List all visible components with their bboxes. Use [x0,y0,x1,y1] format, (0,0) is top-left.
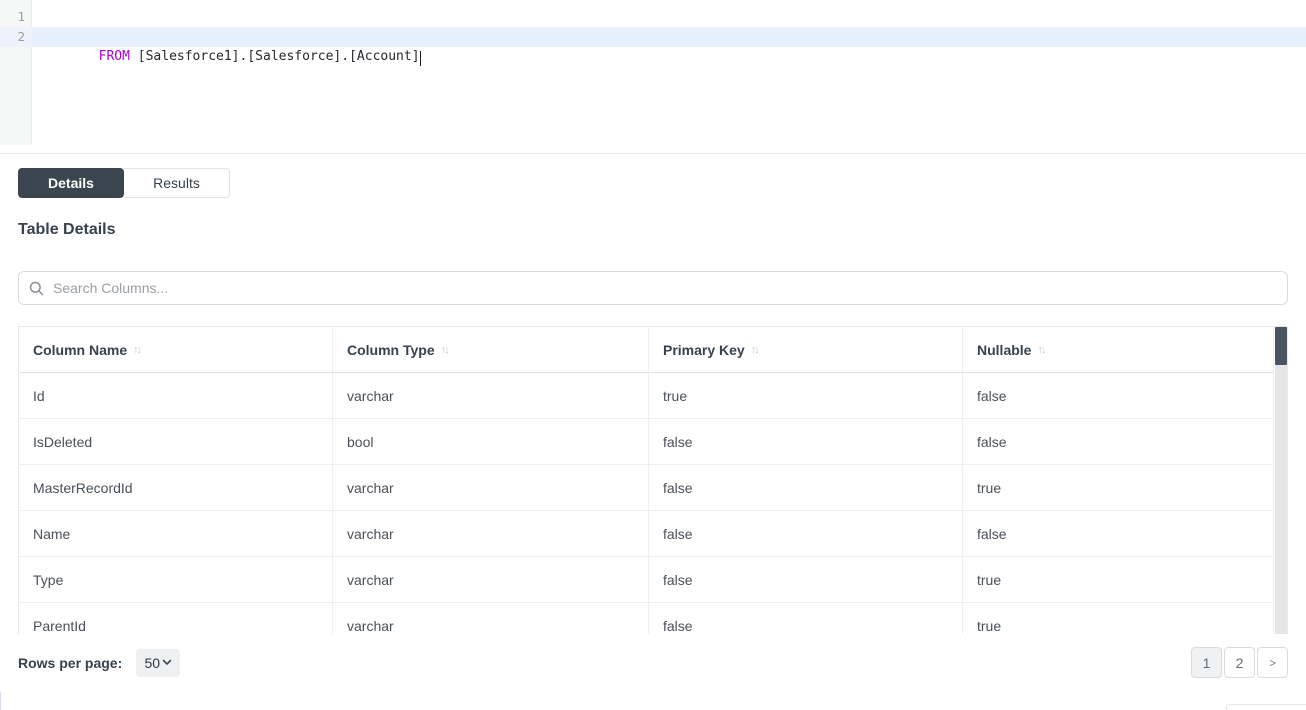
table-row[interactable]: Type varchar false true [19,557,1274,603]
table-header-row: Column Name ↑↓ Column Type ↑↓ Primary Ke… [19,327,1274,373]
text-cursor [420,51,422,66]
rows-per-page-select[interactable]: 50 [136,649,180,677]
code-line-1[interactable]: 1SELECT * [0,7,1306,27]
page-button-1[interactable]: 1 [1191,647,1222,678]
cell-column-name: Name [19,511,333,557]
clipped-element-edge [1226,704,1306,710]
cell-column-type: varchar [333,373,649,419]
editor-results-divider [0,153,1306,154]
column-header-column-name[interactable]: Column Name ↑↓ [19,327,333,373]
table-body: Id varchar true false IsDeleted bool fal… [19,373,1274,634]
cell-primary-key: false [649,511,963,557]
cell-nullable: true [963,557,1274,603]
line-number: 2 [0,27,32,47]
next-page-button[interactable]: > [1257,647,1288,678]
sort-icon[interactable]: ↑↓ [133,344,140,356]
cell-column-type: varchar [333,557,649,603]
cell-primary-key: true [649,373,963,419]
table-scrollbar[interactable] [1275,327,1287,634]
left-edge-artifact [0,692,1,710]
cell-column-name: IsDeleted [19,419,333,465]
line-number: 1 [0,7,32,27]
table-row[interactable]: IsDeleted bool false false [19,419,1274,465]
column-header-primary-key[interactable]: Primary Key ↑↓ [649,327,963,373]
sql-indent [83,49,99,64]
cell-nullable: true [963,465,1274,511]
search-input[interactable] [53,280,1277,296]
search-box[interactable] [18,271,1288,305]
cell-primary-key: false [649,465,963,511]
cell-nullable: false [963,511,1274,557]
cell-primary-key: false [649,557,963,603]
sql-text: [Salesforce1].[Salesforce].[Account] [130,49,420,64]
rows-per-page-label: Rows per page: [18,655,122,671]
tab-details[interactable]: Details [18,168,124,198]
cell-column-name: MasterRecordId [19,465,333,511]
column-header-nullable[interactable]: Nullable ↑↓ [963,327,1274,373]
pagination: 1 2 > [1191,647,1288,678]
cell-column-name: Type [19,557,333,603]
cell-nullable: true [963,603,1274,634]
code-line-2-current[interactable]: 2 FROM [Salesforce1].[Salesforce].[Accou… [0,27,1306,47]
chevron-down-icon [162,659,172,666]
cell-column-type: bool [333,419,649,465]
sql-editor[interactable]: 1SELECT * 2 FROM [Salesforce1].[Salesfor… [0,0,1306,145]
table-footer: Rows per page: 50 1 2 > [18,647,1288,678]
details-results-tabs: Details Results [18,168,1288,198]
column-header-column-type[interactable]: Column Type ↑↓ [333,327,649,373]
cell-column-name: Id [19,373,333,419]
cell-primary-key: false [649,603,963,634]
table-row[interactable]: ParentId varchar false true [19,603,1274,634]
sql-keyword: FROM [99,49,130,64]
cell-nullable: false [963,373,1274,419]
cell-nullable: false [963,419,1274,465]
table-row[interactable]: Id varchar true false [19,373,1274,419]
page-button-2[interactable]: 2 [1224,647,1255,678]
page-title: Table Details [18,221,1288,239]
table-details-table: Column Name ↑↓ Column Type ↑↓ Primary Ke… [18,326,1288,634]
tab-results[interactable]: Results [124,168,230,198]
cell-primary-key: false [649,419,963,465]
table-row[interactable]: MasterRecordId varchar false true [19,465,1274,511]
sort-icon[interactable]: ↑↓ [1037,344,1044,356]
sort-icon[interactable]: ↑↓ [751,344,758,356]
scrollbar-thumb[interactable] [1275,327,1287,365]
sort-icon[interactable]: ↑↓ [441,344,448,356]
cell-column-type: varchar [333,511,649,557]
cell-column-type: varchar [333,465,649,511]
table-row[interactable]: Name varchar false false [19,511,1274,557]
search-icon [29,281,44,296]
cell-column-type: varchar [333,603,649,634]
cell-column-name: ParentId [19,603,333,634]
